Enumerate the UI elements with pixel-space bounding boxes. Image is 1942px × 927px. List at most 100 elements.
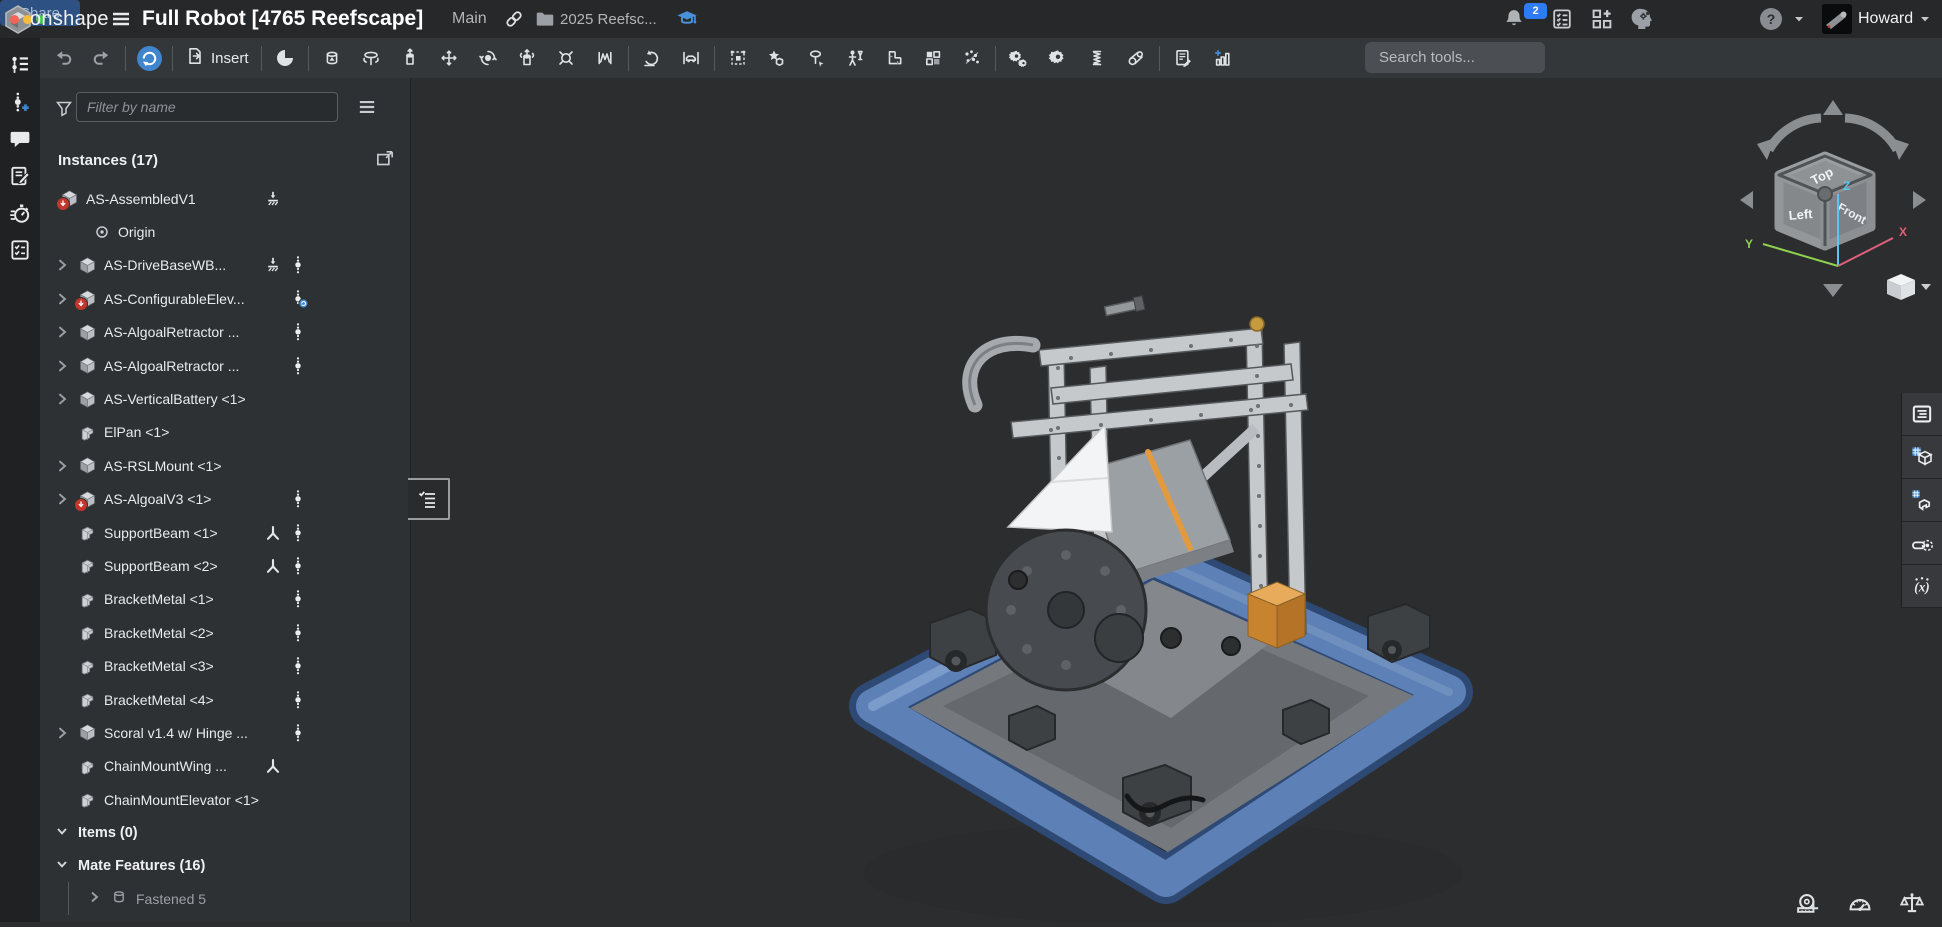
tree-row[interactable]: BracketMetal <3> <box>40 649 410 682</box>
view-cube[interactable]: Top Left Front Z X Y <box>1733 88 1933 303</box>
workspace-name[interactable]: Main <box>452 0 487 38</box>
tree-row[interactable]: ChainMountWing ... <box>40 750 410 783</box>
chevron-right-icon[interactable] <box>86 889 102 908</box>
comment-icon[interactable] <box>2 122 38 155</box>
close-button[interactable] <box>10 15 19 24</box>
variables-icon[interactable]: (x) <box>1902 565 1942 608</box>
bell-icon[interactable] <box>1502 0 1526 38</box>
revert-icon[interactable] <box>637 43 667 73</box>
tripod-icon[interactable] <box>264 524 282 542</box>
ground-icon[interactable] <box>264 256 282 274</box>
list-view-icon[interactable] <box>356 96 378 123</box>
dof-icon[interactable] <box>1902 522 1942 565</box>
filter-by-name-input[interactable] <box>76 92 338 122</box>
dots-icon[interactable] <box>292 489 304 509</box>
dots-icon[interactable] <box>292 623 304 643</box>
dots-icon[interactable] <box>292 322 304 342</box>
chevron-right-icon[interactable] <box>54 391 78 407</box>
rotate-tool-icon[interactable] <box>134 43 164 73</box>
arrow-right[interactable] <box>1913 191 1926 209</box>
help-caret-icon[interactable] <box>1792 0 1806 38</box>
tasks-icon[interactable] <box>1550 0 1574 38</box>
view-mode-cube-icon[interactable] <box>1887 274 1915 300</box>
3d-viewport[interactable]: Top Left Front Z X Y <box>411 78 1942 922</box>
tripod-icon[interactable] <box>264 557 282 575</box>
gear-icon[interactable] <box>1043 43 1073 73</box>
chevron-right-icon[interactable] <box>54 257 78 273</box>
configuration-icon[interactable] <box>1902 479 1942 522</box>
mate-features-section[interactable]: Mate Features (16) <box>40 849 424 882</box>
marquee-select-icon[interactable] <box>723 43 753 73</box>
tree-row[interactable]: AS-DriveBaseWB... <box>40 249 410 282</box>
hamburger-menu-icon[interactable] <box>110 0 132 38</box>
spherical-mate-icon[interactable] <box>551 43 581 73</box>
appearance-icon[interactable] <box>762 43 792 73</box>
drive-icon[interactable] <box>676 43 706 73</box>
revolute-mate-icon[interactable] <box>356 43 386 73</box>
chevron-right-icon[interactable] <box>54 458 78 474</box>
folder-name[interactable]: 2025 Reefsc... <box>560 0 657 38</box>
chevron-right-icon[interactable] <box>54 358 78 374</box>
dots-icon[interactable] <box>292 255 304 275</box>
tree-row[interactable]: AS-AlgoalV3 <1> <box>40 483 410 516</box>
belt-icon[interactable] <box>1121 43 1151 73</box>
tree-row[interactable]: AS-AlgoalRetractor ... <box>40 349 410 382</box>
dots-icon[interactable] <box>292 723 304 743</box>
ai-advisor-icon[interactable] <box>1630 0 1656 38</box>
section-view-icon[interactable] <box>270 43 300 73</box>
arrow-down[interactable] <box>1823 284 1843 297</box>
tree-row[interactable]: ChainMountElevator <1> <box>40 783 410 816</box>
elbow-icon[interactable] <box>879 43 909 73</box>
view-cube-left-label[interactable]: Left <box>1788 206 1814 223</box>
items-section[interactable]: Items (0) <box>40 816 424 849</box>
person-tool-icon[interactable] <box>840 43 870 73</box>
tripod-icon[interactable] <box>264 757 282 775</box>
tree-row[interactable]: AS-ConfigurableElev... <box>40 282 410 315</box>
tree-row[interactable]: AS-RSLMount <1> <box>40 449 410 482</box>
gear-pair-icon[interactable] <box>1004 43 1034 73</box>
cylindrical-mate-icon[interactable] <box>512 43 542 73</box>
tree-row[interactable]: ElPan <1> <box>40 416 410 449</box>
chevron-down-icon[interactable] <box>54 823 70 843</box>
fastened-mate-icon[interactable] <box>317 43 347 73</box>
pattern-icon[interactable] <box>918 43 948 73</box>
protractor-icon[interactable] <box>1846 890 1874 918</box>
tree-row[interactable]: Origin <box>40 215 410 248</box>
analytics-icon[interactable] <box>1207 43 1237 73</box>
feature-panel-icon[interactable] <box>1902 393 1942 436</box>
dots-icon[interactable] <box>292 356 304 376</box>
user-caret-icon[interactable] <box>1918 0 1932 38</box>
avatar[interactable] <box>1822 4 1852 34</box>
tree-row[interactable]: BracketMetal <2> <box>40 616 410 649</box>
tree-row[interactable]: AS-AssembledV1 <box>40 182 410 215</box>
folder-icon[interactable] <box>534 0 556 38</box>
bom-cube-icon[interactable] <box>1902 436 1942 479</box>
slider-mate-icon[interactable] <box>395 43 425 73</box>
tree-row[interactable]: BracketMetal <1> <box>40 583 410 616</box>
chevron-right-icon[interactable] <box>54 324 78 340</box>
view-mode-caret-icon[interactable] <box>1921 284 1931 290</box>
insert-button[interactable]: Insert <box>181 43 253 73</box>
redo-icon[interactable] <box>87 43 117 73</box>
help-icon[interactable]: ? <box>1758 0 1784 38</box>
dots-sync-icon[interactable] <box>292 289 310 309</box>
stopwatch-icon[interactable] <box>2 196 38 229</box>
spring-icon[interactable] <box>1082 43 1112 73</box>
chevron-down-icon[interactable] <box>54 856 70 876</box>
mate-feature-row[interactable]: Fastened 5 <box>40 882 456 915</box>
notification-badge[interactable]: 2 <box>1524 3 1547 19</box>
learning-cap-icon[interactable] <box>675 0 699 38</box>
dots-icon[interactable] <box>292 523 304 543</box>
planar-mate-icon[interactable] <box>434 43 464 73</box>
search-tools-input[interactable] <box>1365 42 1545 73</box>
tree-row[interactable]: SupportBeam <2> <box>40 549 410 582</box>
chevron-right-icon[interactable] <box>54 725 78 741</box>
dots-icon[interactable] <box>292 656 304 676</box>
pin-icon[interactable] <box>801 43 831 73</box>
insert-instance-icon[interactable] <box>374 148 396 175</box>
notes-icon[interactable] <box>2 159 38 192</box>
tree-row[interactable]: AS-VerticalBattery <1> <box>40 382 410 415</box>
checklist-icon[interactable] <box>2 233 38 266</box>
mate-connector-add-icon[interactable] <box>2 85 38 118</box>
tree-row[interactable]: Scoral v1.4 w/ Hinge ... <box>40 716 410 749</box>
